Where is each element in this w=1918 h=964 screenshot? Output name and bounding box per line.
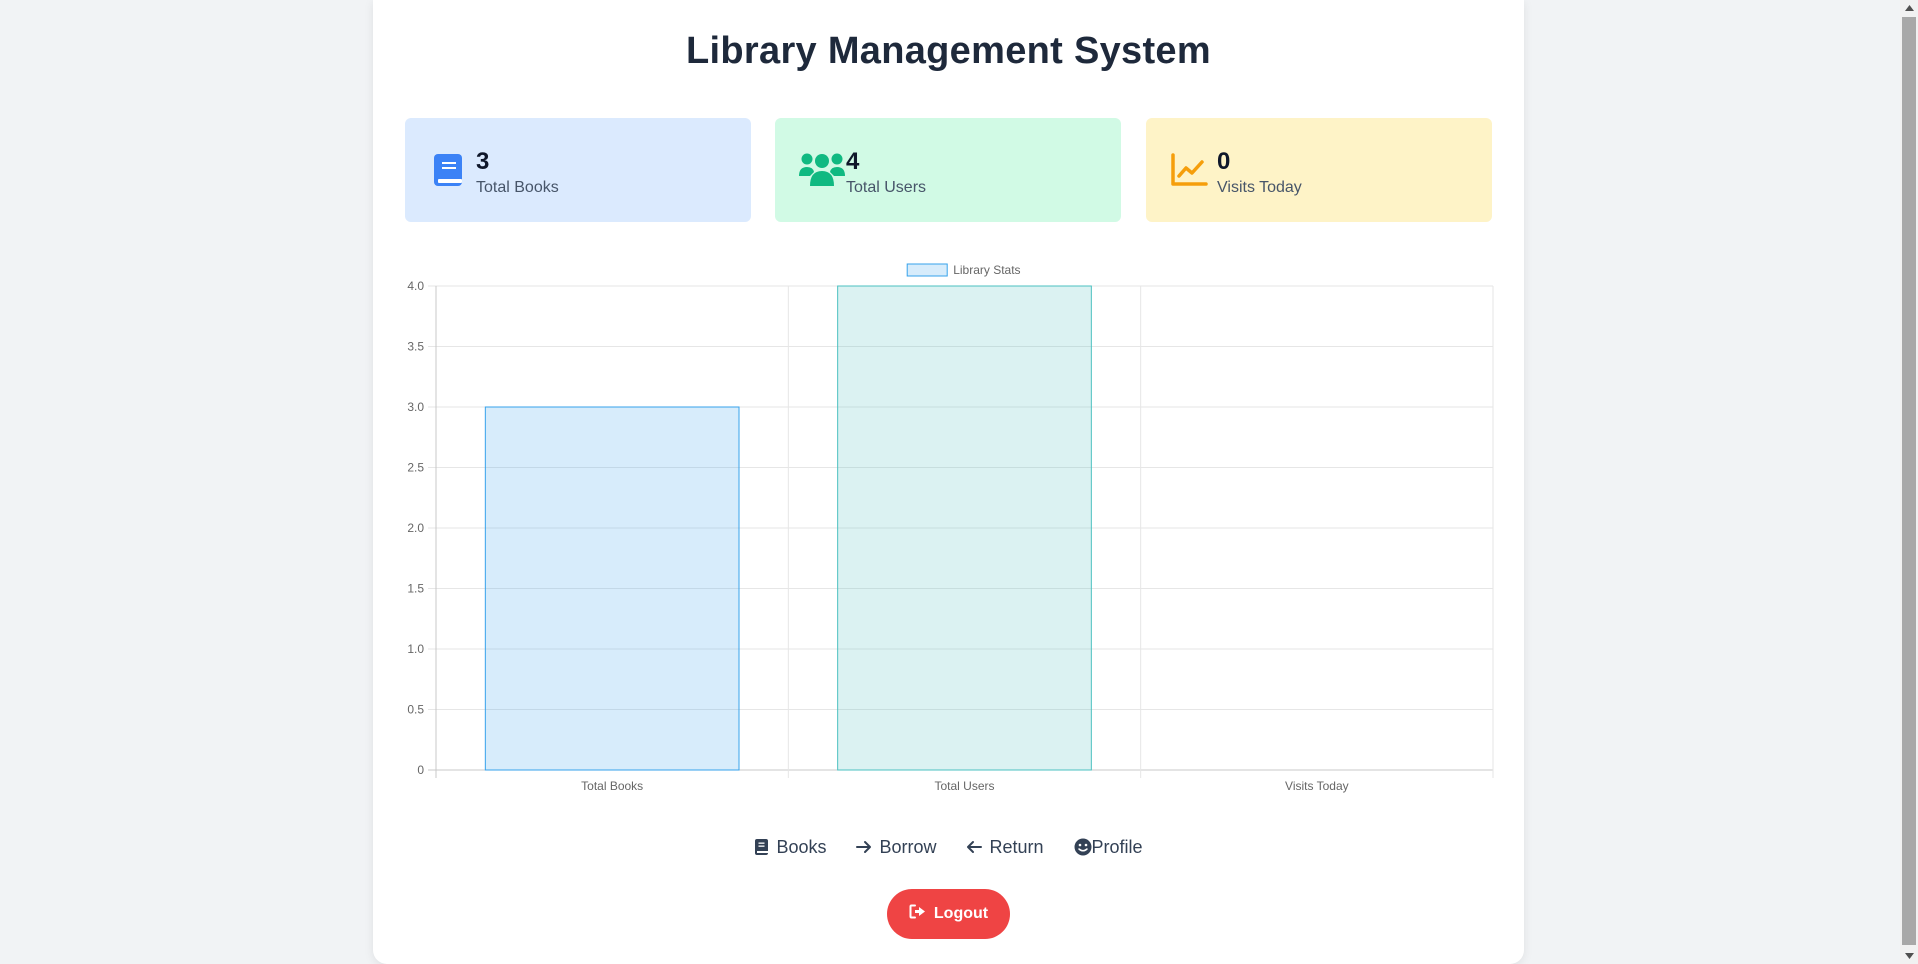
nav-profile-link[interactable]: Profile <box>1074 837 1143 858</box>
legend-label[interactable]: Library Stats <box>953 263 1020 277</box>
page-scrollbar[interactable] <box>1900 0 1918 964</box>
page: Library Management System 3 Total Books <box>0 0 1918 964</box>
nav-links: Books Borrow Return Profile <box>373 832 1524 862</box>
x-tick-label: Total Users <box>934 779 994 793</box>
stat-label: Total Users <box>846 179 927 196</box>
nav-borrow-link[interactable]: Borrow <box>856 837 936 858</box>
bar-chart: 0 0.5 1.0 1.5 2.0 2.5 3.0 3.5 4.0 Total Books Tota… <box>407 263 1494 793</box>
page-title: Library Management System <box>686 30 1211 72</box>
logout-button[interactable]: Logout <box>887 889 1010 939</box>
nav-return-link[interactable]: Return <box>966 836 1044 858</box>
y-tick-label: 3.5 <box>407 340 424 354</box>
nav-label: Return <box>989 836 1044 857</box>
bar[interactable] <box>484 406 740 771</box>
stat-value: 4 <box>846 148 860 175</box>
users-icon <box>798 150 845 190</box>
nav-label: Books <box>776 836 827 857</box>
chart-line-icon <box>1169 150 1209 190</box>
stat-value: 0 <box>1217 148 1231 175</box>
stat-card-total-books: 3 Total Books <box>405 118 751 222</box>
x-tick-label: Visits Today <box>1285 779 1349 793</box>
bar[interactable] <box>837 285 1092 771</box>
y-tick-label: 2.0 <box>407 521 424 535</box>
x-tick-label: Total Books <box>581 779 643 793</box>
y-tick-label: 2.5 <box>407 461 424 475</box>
stat-card-visits-today: 0 Visits Today <box>1146 118 1492 222</box>
sign-out-icon <box>909 904 926 924</box>
chart-container: 0 0.5 1.0 1.5 2.0 2.5 3.0 3.5 4.0 Total Books Tota… <box>373 250 1524 810</box>
book-icon <box>428 150 468 190</box>
stat-label: Total Books <box>476 179 559 196</box>
main-card: Library Management System 3 Total Books <box>373 0 1524 964</box>
legend-swatch[interactable] <box>906 263 948 277</box>
stat-label: Visits Today <box>1217 179 1302 196</box>
y-tick-label: 1.0 <box>407 642 424 656</box>
y-tick-label: 0 <box>417 763 424 777</box>
logout-label: Logout <box>933 905 989 922</box>
scrollbar-thumb[interactable] <box>1902 17 1916 945</box>
y-tick-label: 4.0 <box>407 279 424 293</box>
y-tick-label: 0.5 <box>407 703 424 717</box>
nav-books-link[interactable]: Books <box>754 837 826 858</box>
y-tick-label: 1.5 <box>407 582 424 596</box>
nav-label: Profile <box>1091 836 1143 857</box>
stat-value: 3 <box>476 148 490 175</box>
smile-icon <box>1074 838 1092 856</box>
stat-card-total-users: 4 Total Users <box>775 118 1121 222</box>
arrow-left-icon <box>966 839 983 855</box>
scroll-down-arrow-icon[interactable] <box>1900 948 1918 964</box>
y-tick-label: 3.0 <box>407 400 424 414</box>
scroll-up-arrow-icon[interactable] <box>1900 0 1918 16</box>
arrow-right-icon <box>856 839 872 855</box>
book-icon <box>754 838 769 856</box>
nav-label: Borrow <box>879 836 937 857</box>
